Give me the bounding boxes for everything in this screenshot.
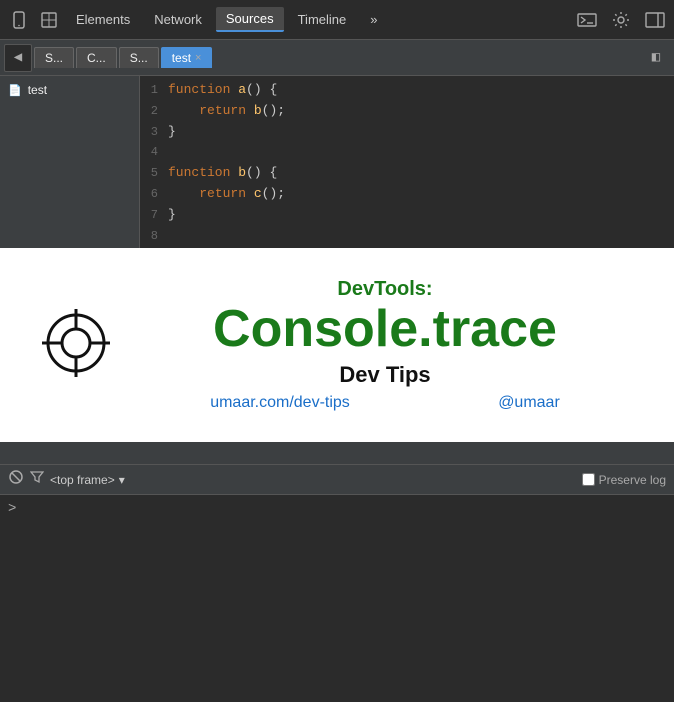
tab-more[interactable]: » — [360, 8, 387, 31]
code-line-5: 5 function b() { — [140, 163, 674, 184]
overlay-link-website[interactable]: umaar.com/dev-tips — [210, 394, 350, 412]
overlay-title: Console.trace — [136, 301, 634, 358]
code-line-6: 6 return c(); — [140, 184, 674, 205]
console-caret-icon: > — [8, 501, 16, 517]
sidebar-item-test[interactable]: 📄 test — [0, 80, 139, 100]
mobile-icon[interactable] — [6, 7, 32, 33]
code-line-7: 7 } — [140, 205, 674, 226]
cursor-icon[interactable] — [36, 7, 62, 33]
crosshair-icon — [40, 307, 112, 379]
top-bar: Elements Network Sources Timeline » — [0, 0, 674, 40]
nav-left-button[interactable]: ◀ — [4, 44, 32, 72]
code-lines: 1 function a() { 2 return b(); 3 } 4 5 — [140, 76, 674, 250]
console-clear-icon[interactable] — [8, 469, 24, 490]
top-bar-actions — [574, 7, 668, 33]
file-sidebar: 📄 test — [0, 76, 140, 276]
code-line-4: 4 — [140, 142, 674, 163]
code-line-2: 2 return b(); — [140, 101, 674, 122]
console-body: > — [0, 495, 674, 523]
settings-icon[interactable] — [608, 7, 634, 33]
file-icon: 📄 — [8, 84, 22, 97]
preserve-log-input[interactable] — [582, 473, 595, 486]
tab-timeline[interactable]: Timeline — [288, 8, 357, 31]
sidebar-tab-s1[interactable]: S... — [34, 47, 74, 68]
overlay-links: umaar.com/dev-tips @umaar — [136, 394, 634, 412]
code-line-1: 1 function a() { — [140, 80, 674, 101]
code-line-3: 3 } — [140, 122, 674, 143]
close-tab-icon[interactable]: × — [195, 52, 201, 64]
crosshair-icon-wrap — [40, 307, 112, 384]
console-frame-select[interactable]: <top frame> ▾ — [50, 473, 125, 487]
tab-network[interactable]: Network — [144, 8, 212, 31]
tab-sources[interactable]: Sources — [216, 7, 284, 32]
overlay-subtitle: DevTools: — [136, 278, 634, 301]
tab-elements[interactable]: Elements — [66, 8, 140, 31]
open-file-tab[interactable]: test × — [161, 47, 213, 68]
overlay-card: DevTools: Console.trace Dev Tips umaar.c… — [0, 248, 674, 442]
console-area: <top frame> ▾ Preserve log > — [0, 464, 674, 702]
editor-area: 📄 test 1 function a() { 2 return b(); 3 … — [0, 76, 674, 276]
preserve-log-checkbox[interactable]: Preserve log — [582, 473, 666, 487]
overlay-link-twitter[interactable]: @umaar — [498, 394, 560, 412]
console-filter-icon[interactable] — [30, 470, 44, 489]
overlay-tagline: Dev Tips — [136, 362, 634, 388]
dock-icon[interactable] — [642, 7, 668, 33]
console-toolbar: <top frame> ▾ Preserve log — [0, 465, 674, 495]
sidebar-tab-c[interactable]: C... — [76, 47, 117, 68]
collapse-panel-button[interactable]: ◧ — [642, 44, 670, 72]
file-tabs-row: ◀ S... C... S... test × ◧ — [0, 40, 674, 76]
code-editor[interactable]: 1 function a() { 2 return b(); 3 } 4 5 — [140, 76, 674, 276]
overlay-text-block: DevTools: Console.trace Dev Tips umaar.c… — [136, 278, 634, 412]
terminal-icon[interactable] — [574, 7, 600, 33]
sidebar-tab-s2[interactable]: S... — [119, 47, 159, 68]
code-line-8: 8 — [140, 226, 674, 247]
console-prompt[interactable]: > — [8, 501, 666, 517]
